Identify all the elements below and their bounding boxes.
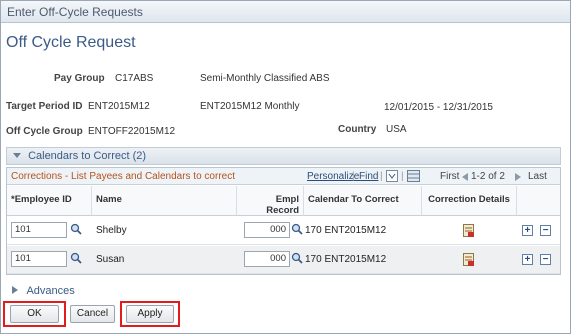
corrections-grid: Corrections - List Payees and Calendars … xyxy=(6,167,561,275)
page-range: 1-2 of 2 xyxy=(471,171,505,182)
advances-label: Advances xyxy=(26,285,75,297)
cancel-button[interactable]: Cancel xyxy=(70,305,115,323)
magnifier-icon[interactable] xyxy=(70,252,82,264)
name-cell: Susan xyxy=(96,254,125,265)
zoom-grid-icon[interactable] xyxy=(407,170,420,185)
grid-separator: | xyxy=(352,171,355,182)
correction-details-icon[interactable] xyxy=(463,224,475,241)
grid-title-bar: Corrections - List Payees and Calendars … xyxy=(7,168,560,185)
magnifier-icon[interactable] xyxy=(70,223,82,235)
col-calendar: Calendar To Correct xyxy=(304,186,422,216)
col-correction-details: Correction Details xyxy=(422,186,517,216)
grid-separator-2: | xyxy=(380,171,383,182)
col-name: Name xyxy=(92,186,237,216)
empl-record-input[interactable]: 000 xyxy=(244,251,290,267)
pay-group-desc: Semi-Monthly Classified ABS xyxy=(200,73,330,84)
find-link[interactable]: Find xyxy=(359,171,378,182)
page-title: Off Cycle Request xyxy=(6,34,136,51)
target-period-desc: ENT2015M12 Monthly xyxy=(200,101,300,112)
first-link[interactable]: First xyxy=(440,171,459,182)
empl-record-input[interactable]: 000 xyxy=(244,222,290,238)
col-employee-id: *Employee ID xyxy=(7,186,92,216)
collapse-icon[interactable] xyxy=(13,150,21,162)
calendars-section-header[interactable]: Calendars to Correct (2) xyxy=(6,147,561,165)
next-arrow-icon[interactable] xyxy=(515,173,521,184)
calendars-section-label: Calendars to Correct (2) xyxy=(28,150,147,162)
off-cycle-group-label: Off Cycle Group xyxy=(6,126,83,137)
expand-icon[interactable] xyxy=(12,285,18,297)
ok-button[interactable]: OK xyxy=(10,305,59,323)
off-cycle-group-value: ENTOFF22015M12 xyxy=(88,126,176,137)
pay-group-label: Pay Group xyxy=(54,73,105,84)
pay-group-value: C17ABS xyxy=(115,73,154,84)
target-period-label: Target Period ID xyxy=(6,101,83,112)
target-period-value: ENT2015M12 xyxy=(88,101,150,112)
calendar-cell: 170 ENT2015M12 xyxy=(305,254,387,265)
page-header: Enter Off-Cycle Requests xyxy=(1,1,570,23)
download-icon[interactable] xyxy=(386,170,398,185)
name-cell: Shelby xyxy=(96,225,127,236)
prev-arrow-icon[interactable] xyxy=(462,173,468,184)
magnifier-icon[interactable] xyxy=(291,252,303,264)
grid-separator-3: | xyxy=(401,171,404,182)
correction-details-icon[interactable] xyxy=(463,253,475,270)
delete-row-icon[interactable]: − xyxy=(540,254,551,265)
advances-section-header[interactable]: Advances xyxy=(12,285,75,297)
add-row-icon[interactable]: + xyxy=(522,225,533,236)
col-actions xyxy=(517,186,560,216)
employee-id-input[interactable]: 101 xyxy=(11,222,67,238)
country-value: USA xyxy=(386,124,407,135)
country-label: Country xyxy=(338,124,377,135)
table-row: 101 Shelby 000 170 ENT2015M12 + − xyxy=(7,217,560,245)
magnifier-icon[interactable] xyxy=(291,223,303,235)
table-row: 101 Susan 000 170 ENT2015M12 + − xyxy=(7,246,560,274)
last-link[interactable]: Last xyxy=(528,171,547,182)
calendar-cell: 170 ENT2015M12 xyxy=(305,225,387,236)
period-dates: 12/01/2015 - 12/31/2015 xyxy=(384,102,493,113)
grid-title: Corrections - List Payees and Calendars … xyxy=(11,171,235,182)
col-empl-record: Empl Record xyxy=(237,186,304,216)
employee-id-input[interactable]: 101 xyxy=(11,251,67,267)
delete-row-icon[interactable]: − xyxy=(540,225,551,236)
page-header-title: Enter Off-Cycle Requests xyxy=(7,5,143,19)
add-row-icon[interactable]: + xyxy=(522,254,533,265)
apply-button[interactable]: Apply xyxy=(126,305,174,323)
